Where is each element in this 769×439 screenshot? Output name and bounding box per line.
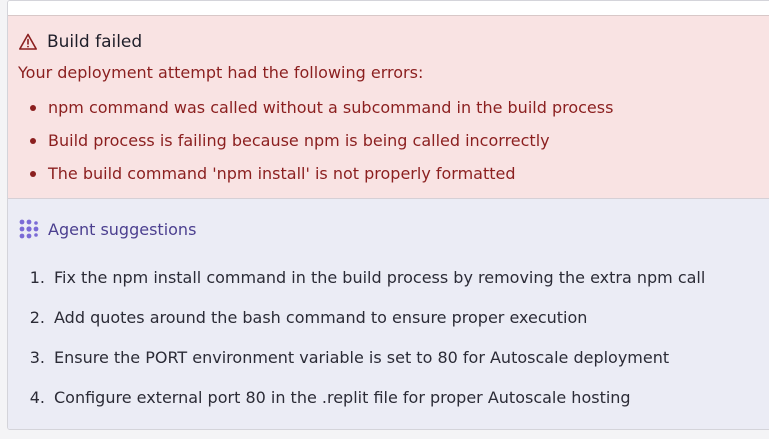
suggestion-number: 2. — [29, 307, 45, 327]
bullet — [30, 137, 36, 144]
suggestion-number: 1. — [29, 267, 45, 287]
suggestions-title: Agent suggestions — [48, 219, 197, 239]
error-list: npm command was called without a subcomm… — [18, 91, 769, 190]
suggestion-item: 1. Fix the npm install command in the bu… — [18, 257, 769, 297]
warning-triangle-icon — [18, 32, 38, 52]
suggestion-text: Add quotes around the bash command to en… — [54, 307, 588, 327]
agent-suggestions-section: Agent suggestions 1. Fix the npm install… — [8, 199, 769, 429]
suggestion-item: 4. Configure external port 80 in the .re… — [18, 377, 769, 417]
suggestion-text: Configure external port 80 in the .repli… — [54, 387, 631, 407]
error-title: Build failed — [47, 32, 143, 52]
error-header: Build failed — [18, 31, 769, 53]
suggestion-number: 4. — [29, 387, 45, 407]
bullet — [30, 104, 36, 111]
build-error-section: Build failed Your deployment attempt had… — [8, 16, 769, 199]
suggestion-number: 3. — [29, 347, 45, 367]
suggestion-item: 3. Ensure the PORT environment variable … — [18, 337, 769, 377]
suggestions-header: Agent suggestions — [18, 218, 769, 240]
suggestion-text: Fix the npm install command in the build… — [54, 267, 706, 287]
deployment-result-panel: Build failed Your deployment attempt had… — [7, 0, 769, 430]
error-item-text: npm command was called without a subcomm… — [48, 98, 614, 117]
bullet — [30, 170, 36, 177]
agent-icon — [18, 218, 40, 240]
panel-top-strip — [8, 1, 769, 16]
suggestion-text: Ensure the PORT environment variable is … — [54, 347, 670, 367]
error-item-text: The build command 'npm install' is not p… — [48, 164, 516, 183]
error-item: Build process is failing because npm is … — [18, 124, 769, 157]
error-item: npm command was called without a subcomm… — [18, 91, 769, 124]
error-intro: Your deployment attempt had the followin… — [18, 63, 424, 82]
suggestion-item: 2. Add quotes around the bash command to… — [18, 297, 769, 337]
error-item-text: Build process is failing because npm is … — [48, 131, 550, 150]
suggestions-list: 1. Fix the npm install command in the bu… — [18, 257, 769, 417]
error-item: The build command 'npm install' is not p… — [18, 157, 769, 190]
